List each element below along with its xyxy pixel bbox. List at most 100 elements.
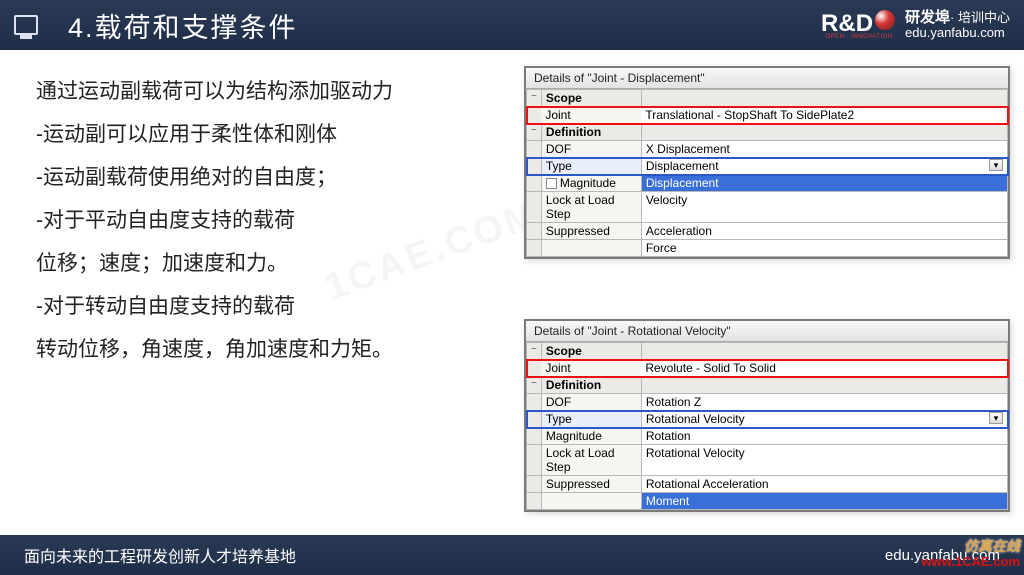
joint-value[interactable]: Revolute - Solid To Solid xyxy=(641,360,1007,377)
dropdown-option-rot-velocity[interactable]: Rotational Velocity xyxy=(641,445,1007,476)
type-value: Displacement xyxy=(646,159,719,173)
magnitude-label: Magnitude xyxy=(541,428,641,445)
source-credit: 仿真在线 www.1CAE.com xyxy=(922,539,1020,569)
dof-value[interactable]: X Displacement xyxy=(641,141,1007,158)
row-extra: Moment xyxy=(527,493,1008,510)
magnitude-label: Magnitude xyxy=(541,175,641,192)
suppressed-label: Suppressed xyxy=(541,223,641,240)
gutter xyxy=(527,476,542,493)
dropdown-option-rotation[interactable]: Rotation xyxy=(641,428,1007,445)
gutter xyxy=(527,107,542,124)
gutter xyxy=(527,428,542,445)
logo-area: R&D OPEN · INNOVATION 研发埠· 培训中心 edu.yanf… xyxy=(821,10,1010,41)
rd-logo: R&D OPEN · INNOVATION xyxy=(821,10,897,40)
suppressed-label: Suppressed xyxy=(541,476,641,493)
header-url: edu.yanfabu.com xyxy=(905,26,1010,40)
gutter xyxy=(527,240,542,257)
scope-header-val xyxy=(641,90,1007,107)
checkbox-icon[interactable] xyxy=(546,178,557,189)
blank-label xyxy=(541,493,641,510)
gutter xyxy=(527,223,542,240)
panel-joint-rotational: Details of "Joint - Rotational Velocity"… xyxy=(524,319,1010,512)
row-magnitude: Magnitude Rotation xyxy=(527,428,1008,445)
detail-panels: Details of "Joint - Displacement" − Scop… xyxy=(524,66,1010,572)
scope-header: Scope xyxy=(541,90,641,107)
collapse-icon[interactable]: − xyxy=(527,90,542,107)
collapse-icon[interactable]: − xyxy=(527,124,542,141)
def-header-val xyxy=(641,124,1007,141)
scope-header-val xyxy=(641,343,1007,360)
para-4: -对于平动自由度支持的载荷 xyxy=(36,199,496,242)
collapse-icon[interactable]: − xyxy=(527,377,542,394)
para-1: 通过运动副载荷可以为结构添加驱动力 xyxy=(36,70,496,113)
gutter xyxy=(527,360,542,377)
cn-logo: 研发埠· 培训中心 edu.yanfabu.com xyxy=(905,10,1010,41)
row-lock: Lock at Load Step Rotational Velocity xyxy=(527,445,1008,476)
property-grid: − Scope Joint Revolute - Solid To Solid … xyxy=(526,342,1008,510)
panel-title: Details of "Joint - Rotational Velocity" xyxy=(526,321,1008,342)
gutter xyxy=(527,141,542,158)
credit-line2: www.1CAE.com xyxy=(922,555,1020,569)
dropdown-option-moment[interactable]: Moment xyxy=(641,493,1007,510)
gutter xyxy=(527,493,542,510)
dropdown-option-displacement[interactable]: Displacement xyxy=(641,175,1007,192)
scope-header: Scope xyxy=(541,343,641,360)
def-header-val xyxy=(641,377,1007,394)
section-definition: − Definition xyxy=(527,124,1008,141)
row-suppressed: Suppressed Acceleration xyxy=(527,223,1008,240)
property-grid: − Scope Joint Translational - StopShaft … xyxy=(526,89,1008,257)
def-header: Definition xyxy=(541,377,641,394)
body-text: 通过运动副载荷可以为结构添加驱动力 -运动副可以应用于柔性体和刚体 -运动副载荷… xyxy=(36,70,496,371)
gutter xyxy=(527,175,542,192)
slide-header: 4.载荷和支撑条件 R&D OPEN · INNOVATION 研发埠· 培训中… xyxy=(0,0,1024,50)
row-dof: DOF X Displacement xyxy=(527,141,1008,158)
row-lock: Lock at Load Step Velocity xyxy=(527,192,1008,223)
slide-title: 4.载荷和支撑条件 xyxy=(68,6,298,45)
dropdown-option-rot-accel[interactable]: Rotational Acceleration xyxy=(641,476,1007,493)
row-magnitude: Magnitude Displacement xyxy=(527,175,1008,192)
section-definition: − Definition xyxy=(527,377,1008,394)
joint-label: Joint xyxy=(541,360,641,377)
gutter xyxy=(527,394,542,411)
dof-value[interactable]: Rotation Z xyxy=(641,394,1007,411)
joint-label: Joint xyxy=(541,107,641,124)
section-scope: − Scope xyxy=(527,343,1008,360)
mag-text: Magnitude xyxy=(560,176,616,190)
dropdown-option-acceleration[interactable]: Acceleration xyxy=(641,223,1007,240)
para-2: -运动副可以应用于柔性体和刚体 xyxy=(36,113,496,156)
footer-left: 面向未来的工程研发创新人才培养基地 xyxy=(24,543,296,567)
lock-label: Lock at Load Step xyxy=(541,445,641,476)
type-dropdown[interactable]: Displacement ▾ xyxy=(641,158,1007,175)
gutter xyxy=(527,445,542,476)
dof-label: DOF xyxy=(541,394,641,411)
rd-logo-sub: OPEN · INNOVATION xyxy=(821,34,897,40)
gutter xyxy=(527,411,542,428)
slide-footer: 面向未来的工程研发创新人才培养基地 edu.yanfabu.com xyxy=(0,535,1024,575)
type-label: Type xyxy=(541,158,641,175)
section-scope: − Scope xyxy=(527,90,1008,107)
para-7: 转动位移，角速度，角加速度和力矩。 xyxy=(36,328,496,371)
chevron-down-icon[interactable]: ▾ xyxy=(989,159,1003,171)
row-joint: Joint Revolute - Solid To Solid xyxy=(527,360,1008,377)
monitor-icon xyxy=(14,15,38,35)
collapse-icon[interactable]: − xyxy=(527,343,542,360)
dropdown-option-velocity[interactable]: Velocity xyxy=(641,192,1007,223)
cn-logo-main: 研发埠 xyxy=(905,9,950,26)
gutter xyxy=(527,192,542,223)
row-joint: Joint Translational - StopShaft To SideP… xyxy=(527,107,1008,124)
type-dropdown[interactable]: Rotational Velocity▾ xyxy=(641,411,1007,428)
joint-value[interactable]: Translational - StopShaft To SidePlate2 xyxy=(641,107,1007,124)
para-6: -对于转动自由度支持的载荷 xyxy=(36,285,496,328)
def-header: Definition xyxy=(541,124,641,141)
chevron-down-icon[interactable]: ▾ xyxy=(989,412,1003,424)
credit-line1: 仿真在线 xyxy=(922,539,1020,554)
blank-label xyxy=(541,240,641,257)
gutter xyxy=(527,158,542,175)
panel-joint-displacement: Details of "Joint - Displacement" − Scop… xyxy=(524,66,1010,259)
para-3: -运动副载荷使用绝对的自由度； xyxy=(36,156,496,199)
para-5: 位移；速度；加速度和力。 xyxy=(36,242,496,285)
row-suppressed: Suppressed Rotational Acceleration xyxy=(527,476,1008,493)
dropdown-option-force[interactable]: Force xyxy=(641,240,1007,257)
lock-label: Lock at Load Step xyxy=(541,192,641,223)
type-label: Type xyxy=(541,411,641,428)
